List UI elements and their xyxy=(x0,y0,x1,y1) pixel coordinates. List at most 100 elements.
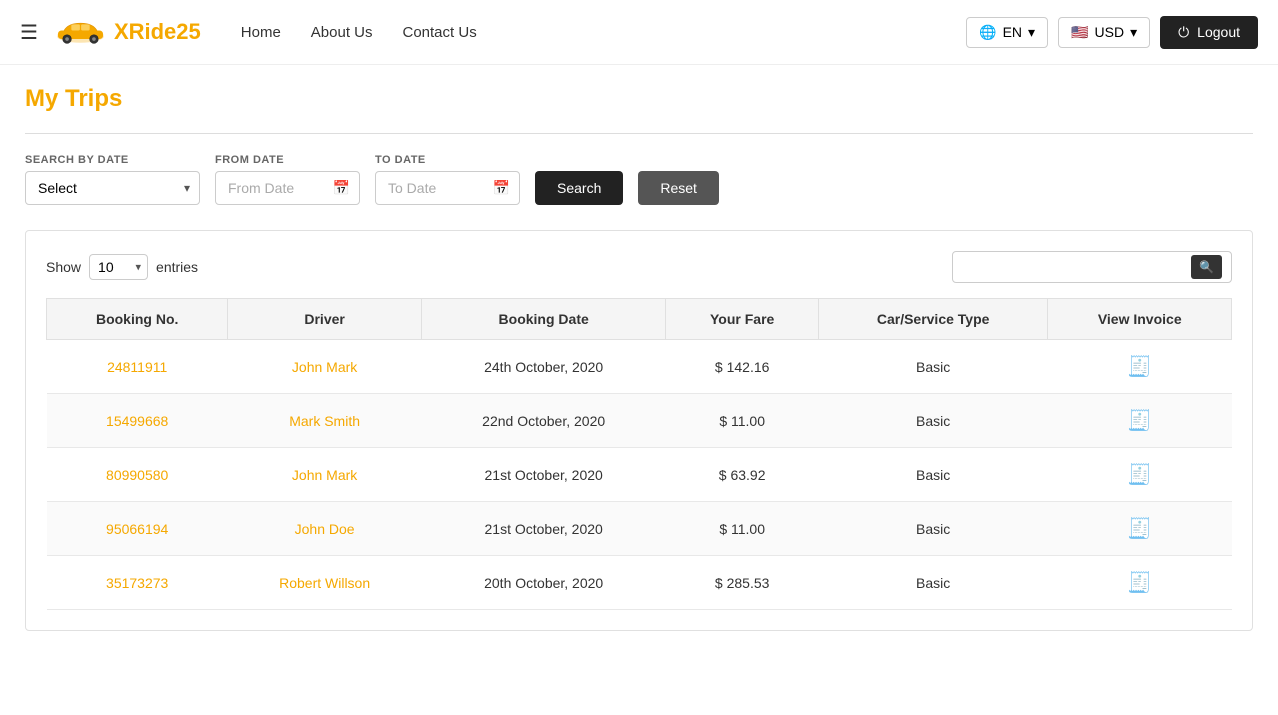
col-fare: Your Fare xyxy=(666,299,818,340)
date-type-select[interactable]: Select xyxy=(25,171,200,205)
entries-select[interactable]: 10 25 50 100 xyxy=(89,254,148,280)
cell-booking-no: 15499668 xyxy=(47,394,228,448)
search-by-date-label: SEARCH BY DATE xyxy=(25,154,200,166)
language-label: EN xyxy=(1003,24,1022,40)
filter-bar: SEARCH BY DATE Select ▾ FROM DATE 📅 TO D… xyxy=(25,154,1253,205)
booking-link[interactable]: 80990580 xyxy=(106,467,168,483)
nav-about[interactable]: About Us xyxy=(311,24,373,41)
to-date-group: TO DATE 📅 xyxy=(375,154,520,205)
table-search-input[interactable] xyxy=(952,251,1232,283)
currency-flag-icon: 🇺🇸 xyxy=(1071,24,1088,41)
booking-link[interactable]: 15499668 xyxy=(106,413,168,429)
cell-driver: John Mark xyxy=(228,340,422,394)
driver-link[interactable]: John Doe xyxy=(295,521,355,537)
entries-label: entries xyxy=(156,259,198,275)
show-entries: Show 10 25 50 100 ▾ entries xyxy=(46,254,198,280)
booking-link[interactable]: 35173273 xyxy=(106,575,168,591)
header-row: Booking No. Driver Booking Date Your Far… xyxy=(47,299,1232,340)
to-date-label: TO DATE xyxy=(375,154,520,166)
reset-button[interactable]: Reset xyxy=(638,171,719,205)
search-by-date-group: SEARCH BY DATE Select ▾ xyxy=(25,154,200,205)
cell-booking-no: 24811911 xyxy=(47,340,228,394)
driver-link[interactable]: John Mark xyxy=(292,359,357,375)
table-row: 24811911 John Mark 24th October, 2020 $ … xyxy=(47,340,1232,394)
col-invoice: View Invoice xyxy=(1048,299,1232,340)
cell-fare: $ 63.92 xyxy=(666,448,818,502)
logout-button[interactable]: ⏻ Logout xyxy=(1160,16,1258,49)
table-controls: Show 10 25 50 100 ▾ entries 🔍 xyxy=(46,251,1232,283)
table-body: 24811911 John Mark 24th October, 2020 $ … xyxy=(47,340,1232,610)
cell-driver: Robert Willson xyxy=(228,556,422,610)
col-booking-no: Booking No. xyxy=(47,299,228,340)
cell-service-type: Basic xyxy=(818,556,1048,610)
cell-booking-date: 24th October, 2020 xyxy=(421,340,666,394)
language-selector[interactable]: 🌐 EN ▾ xyxy=(966,17,1048,48)
col-driver: Driver xyxy=(228,299,422,340)
invoice-icon[interactable]: 🧾 xyxy=(1127,464,1152,486)
table-row: 80990580 John Mark 21st October, 2020 $ … xyxy=(47,448,1232,502)
table-search-wrapper: 🔍 xyxy=(952,251,1232,283)
currency-chevron-icon: ▾ xyxy=(1130,24,1137,41)
table-search-icon[interactable]: 🔍 xyxy=(1191,255,1222,279)
cell-booking-date: 21st October, 2020 xyxy=(421,502,666,556)
page-title: My Trips xyxy=(25,85,1253,113)
nav-home[interactable]: Home xyxy=(241,24,281,41)
logo-text: XRide25 xyxy=(114,19,201,45)
header: ☰ XRide25 Home About Us Contact Us 🌐 EN … xyxy=(0,0,1278,65)
header-actions: 🌐 EN ▾ 🇺🇸 USD ▾ ⏻ Logout xyxy=(966,16,1258,49)
divider xyxy=(25,133,1253,134)
from-date-label: FROM DATE xyxy=(215,154,360,166)
cell-driver: John Doe xyxy=(228,502,422,556)
booking-link[interactable]: 24811911 xyxy=(107,359,167,375)
cell-fare: $ 285.53 xyxy=(666,556,818,610)
cell-booking-date: 20th October, 2020 xyxy=(421,556,666,610)
cell-booking-no: 95066194 xyxy=(47,502,228,556)
cell-invoice: 🧾 xyxy=(1048,448,1232,502)
driver-link[interactable]: Mark Smith xyxy=(289,413,360,429)
globe-icon: 🌐 xyxy=(979,24,996,41)
cell-booking-date: 21st October, 2020 xyxy=(421,448,666,502)
invoice-icon[interactable]: 🧾 xyxy=(1127,518,1152,540)
entries-wrapper: 10 25 50 100 ▾ xyxy=(89,254,148,280)
invoice-icon[interactable]: 🧾 xyxy=(1127,410,1152,432)
table-section: Show 10 25 50 100 ▾ entries 🔍 xyxy=(25,230,1253,631)
col-booking-date: Booking Date xyxy=(421,299,666,340)
to-date-input[interactable] xyxy=(375,171,520,205)
nav-contact[interactable]: Contact Us xyxy=(403,24,477,41)
search-button[interactable]: Search xyxy=(535,171,623,205)
from-date-group: FROM DATE 📅 xyxy=(215,154,360,205)
invoice-icon[interactable]: 🧾 xyxy=(1127,356,1152,378)
cell-service-type: Basic xyxy=(818,502,1048,556)
table-header: Booking No. Driver Booking Date Your Far… xyxy=(47,299,1232,340)
table-row: 95066194 John Doe 21st October, 2020 $ 1… xyxy=(47,502,1232,556)
power-icon: ⏻ xyxy=(1178,24,1189,41)
show-label: Show xyxy=(46,259,81,275)
cell-booking-no: 80990580 xyxy=(47,448,228,502)
cell-invoice: 🧾 xyxy=(1048,394,1232,448)
cell-driver: John Mark xyxy=(228,448,422,502)
invoice-icon[interactable]: 🧾 xyxy=(1127,572,1152,594)
lang-chevron-icon: ▾ xyxy=(1028,24,1035,41)
cell-booking-no: 35173273 xyxy=(47,556,228,610)
main-content: My Trips SEARCH BY DATE Select ▾ FROM DA… xyxy=(0,65,1278,651)
select-wrapper: Select ▾ xyxy=(25,171,200,205)
cell-fare: $ 11.00 xyxy=(666,502,818,556)
logo-car-icon xyxy=(53,17,108,47)
driver-link[interactable]: Robert Willson xyxy=(279,575,370,591)
table-row: 15499668 Mark Smith 22nd October, 2020 $… xyxy=(47,394,1232,448)
booking-link[interactable]: 95066194 xyxy=(106,521,168,537)
cell-service-type: Basic xyxy=(818,448,1048,502)
col-service-type: Car/Service Type xyxy=(818,299,1048,340)
hamburger-icon[interactable]: ☰ xyxy=(20,20,38,45)
cell-service-type: Basic xyxy=(818,340,1048,394)
cell-invoice: 🧾 xyxy=(1048,502,1232,556)
currency-selector[interactable]: 🇺🇸 USD ▾ xyxy=(1058,17,1150,48)
from-date-input[interactable] xyxy=(215,171,360,205)
table-row: 35173273 Robert Willson 20th October, 20… xyxy=(47,556,1232,610)
driver-link[interactable]: John Mark xyxy=(292,467,357,483)
from-date-wrapper: 📅 xyxy=(215,171,360,205)
main-nav: Home About Us Contact Us xyxy=(241,24,966,41)
to-date-wrapper: 📅 xyxy=(375,171,520,205)
cell-driver: Mark Smith xyxy=(228,394,422,448)
currency-label: USD xyxy=(1095,24,1125,40)
